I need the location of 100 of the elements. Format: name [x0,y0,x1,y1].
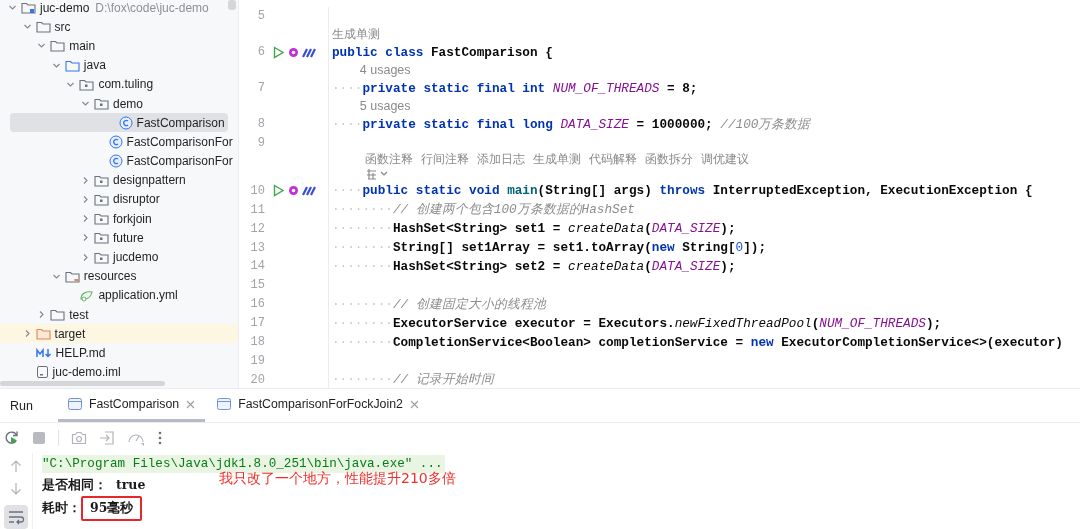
tree-item[interactable]: src [0,17,238,37]
console-value: 95毫秒 [81,496,143,521]
window-icon [217,398,232,410]
window-icon [67,398,82,410]
ai-action-link[interactable]: 代码解释 [589,151,637,169]
ai-action-link[interactable]: 函数拆分 [645,151,693,169]
tree-item[interactable]: com.tuling [0,74,238,94]
annotation-text: 我只改了一个地方，性能提升210多倍 [219,470,456,488]
tree-item[interactable]: HELP.md [0,343,238,363]
stop-icon[interactable] [32,431,46,445]
ai-action-link[interactable]: 函数注释 [365,151,413,169]
tree-label: application.yml [98,288,178,303]
code-line: public class FastComparison { [332,44,553,60]
stripes-icon[interactable] [302,185,317,197]
tree-item[interactable]: demo [0,93,238,114]
folder-icon [94,192,109,206]
code-line: ········HashSet<String> set1 = createData(DATA_SIZE); [332,221,736,237]
tree-label: src [54,19,71,34]
console-value: true [115,476,147,494]
down-arrow-icon[interactable] [10,482,22,496]
folder-icon [94,250,109,264]
tree-label: FastComparison [136,115,225,130]
tree-item[interactable]: java [0,55,238,75]
run-icon[interactable] [272,184,285,198]
rerun-icon[interactable] [4,430,20,446]
tree-label: demo [113,96,144,111]
tree-item[interactable]: FastComparisonFor [0,151,238,171]
tree-label: disruptor [113,192,160,207]
tree-item[interactable]: resources [0,266,238,286]
plugin-icon[interactable] [288,185,299,197]
soft-wrap-icon[interactable] [4,505,28,529]
class-icon [118,115,133,130]
tree-item[interactable]: test [0,305,238,325]
tree-label: java [83,58,106,73]
tree-label: resources [83,269,137,284]
tree-item[interactable]: FastComparison [10,113,228,133]
tree-label: future [113,230,144,245]
camera-icon[interactable] [71,431,87,445]
panel-title: Run [10,398,33,413]
markdown-icon [35,346,52,359]
tree-item[interactable]: forkjoin [0,209,238,229]
tree-label: main [69,38,96,53]
exit-icon[interactable] [99,430,115,446]
project-path: D:\fox\code\juc-demo [95,0,209,15]
line-number: 16 [249,297,265,312]
folder-icon [79,77,95,91]
tree-item[interactable]: application.yml [0,285,238,305]
tree-label: juc-demo [40,0,90,15]
plugin-icon[interactable] [288,46,299,58]
folder-icon [94,173,109,187]
run-icon[interactable] [272,45,285,59]
line-number: 17 [249,316,265,331]
tree-item[interactable]: target [0,324,238,344]
console-label: 是否相同： [42,477,107,492]
tree-item[interactable]: designpattern [0,170,238,190]
folder-icon [64,58,80,72]
ai-action-link[interactable]: 生成单测 [533,151,581,169]
usages-hint[interactable]: 4 usages [359,63,411,78]
tree-item[interactable]: main [0,36,238,56]
close-icon[interactable] [186,399,196,409]
stripes-icon[interactable] [302,46,317,58]
line-number: 13 [249,240,265,255]
ai-action-link[interactable]: 添加日志 [477,151,525,169]
line-number: 9 [256,136,265,150]
run-tab[interactable]: FastComparisonForFockJoin2 [207,389,429,422]
folder-icon [94,231,109,245]
scrollbar[interactable] [228,0,236,10]
tree-label: jucdemo [113,250,159,265]
tree-item[interactable]: jucdemo [0,247,238,267]
folder-icon [35,20,51,34]
line-number: 18 [249,335,265,349]
run-tab[interactable]: FastComparison [57,389,206,422]
folder-icon [94,212,109,226]
line-number: 14 [249,259,265,274]
usages-hint[interactable]: 5 usages [359,99,411,114]
line-number: 11 [249,202,265,217]
tree-item[interactable]: future [0,228,238,248]
tree-item[interactable]: FastComparisonFor [0,132,238,152]
tree-item[interactable]: juc-demo D:\fox\code\juc-demo [0,0,238,18]
ai-action-link[interactable]: 行间注释 [421,151,469,169]
console-label: 耗时： [42,500,81,515]
more-icon[interactable] [157,430,163,446]
code-line: ····public static void main(String[] args) throws InterruptedException, ExecutionException { [332,183,1033,199]
folder-icon [50,39,66,53]
leaf-icon [79,288,95,302]
code-line: ········CompletionService<Boolean> completionService = new ExecutorCompletionService<>(executor) [332,334,1063,350]
tree-label: target [54,326,86,341]
code-line: ····private static final long DATA_SIZE = 1000000; //100万条数据 [332,115,811,133]
close-icon[interactable] [409,399,419,409]
scrollbar[interactable] [0,381,165,386]
line-number: 15 [249,278,265,293]
line-number: 20 [249,372,265,387]
tree-item[interactable]: juc-demo.iml [0,362,238,382]
up-arrow-icon[interactable] [10,459,22,473]
ai-action-link[interactable]: 调优建议 [701,151,749,169]
line-number: 10 [249,183,265,198]
tree-item[interactable]: disruptor [0,189,238,210]
inlay-hint[interactable]: 生成单测 [332,25,380,43]
folder-icon [94,97,109,111]
tree-label: HELP.md [55,345,106,360]
